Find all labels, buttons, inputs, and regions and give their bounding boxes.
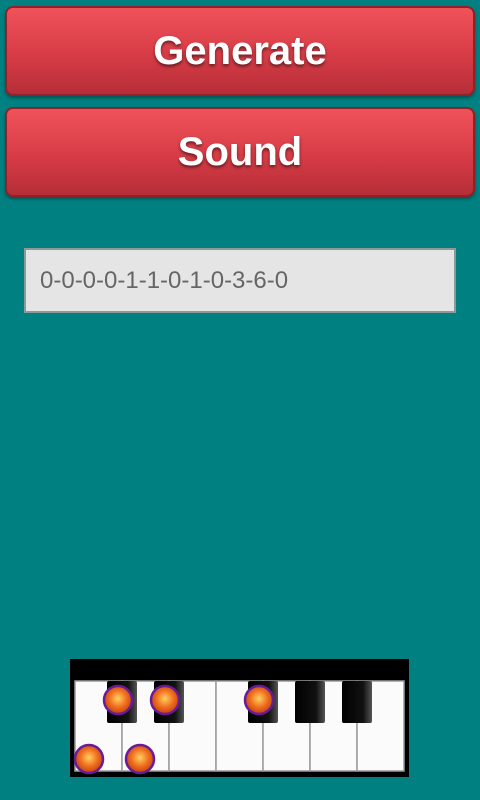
black-key[interactable] <box>342 681 372 723</box>
sound-button[interactable]: Sound <box>5 107 475 197</box>
black-key-marker <box>102 684 134 716</box>
generate-button[interactable]: Generate <box>5 6 475 96</box>
white-key-marker <box>73 743 105 775</box>
black-key-marker <box>149 684 181 716</box>
sequence-field[interactable] <box>24 248 456 313</box>
piano-svg <box>73 680 405 775</box>
white-key-marker <box>124 743 156 775</box>
piano-keyboard[interactable] <box>70 659 409 777</box>
black-key[interactable] <box>295 681 325 723</box>
black-key-marker <box>243 684 275 716</box>
